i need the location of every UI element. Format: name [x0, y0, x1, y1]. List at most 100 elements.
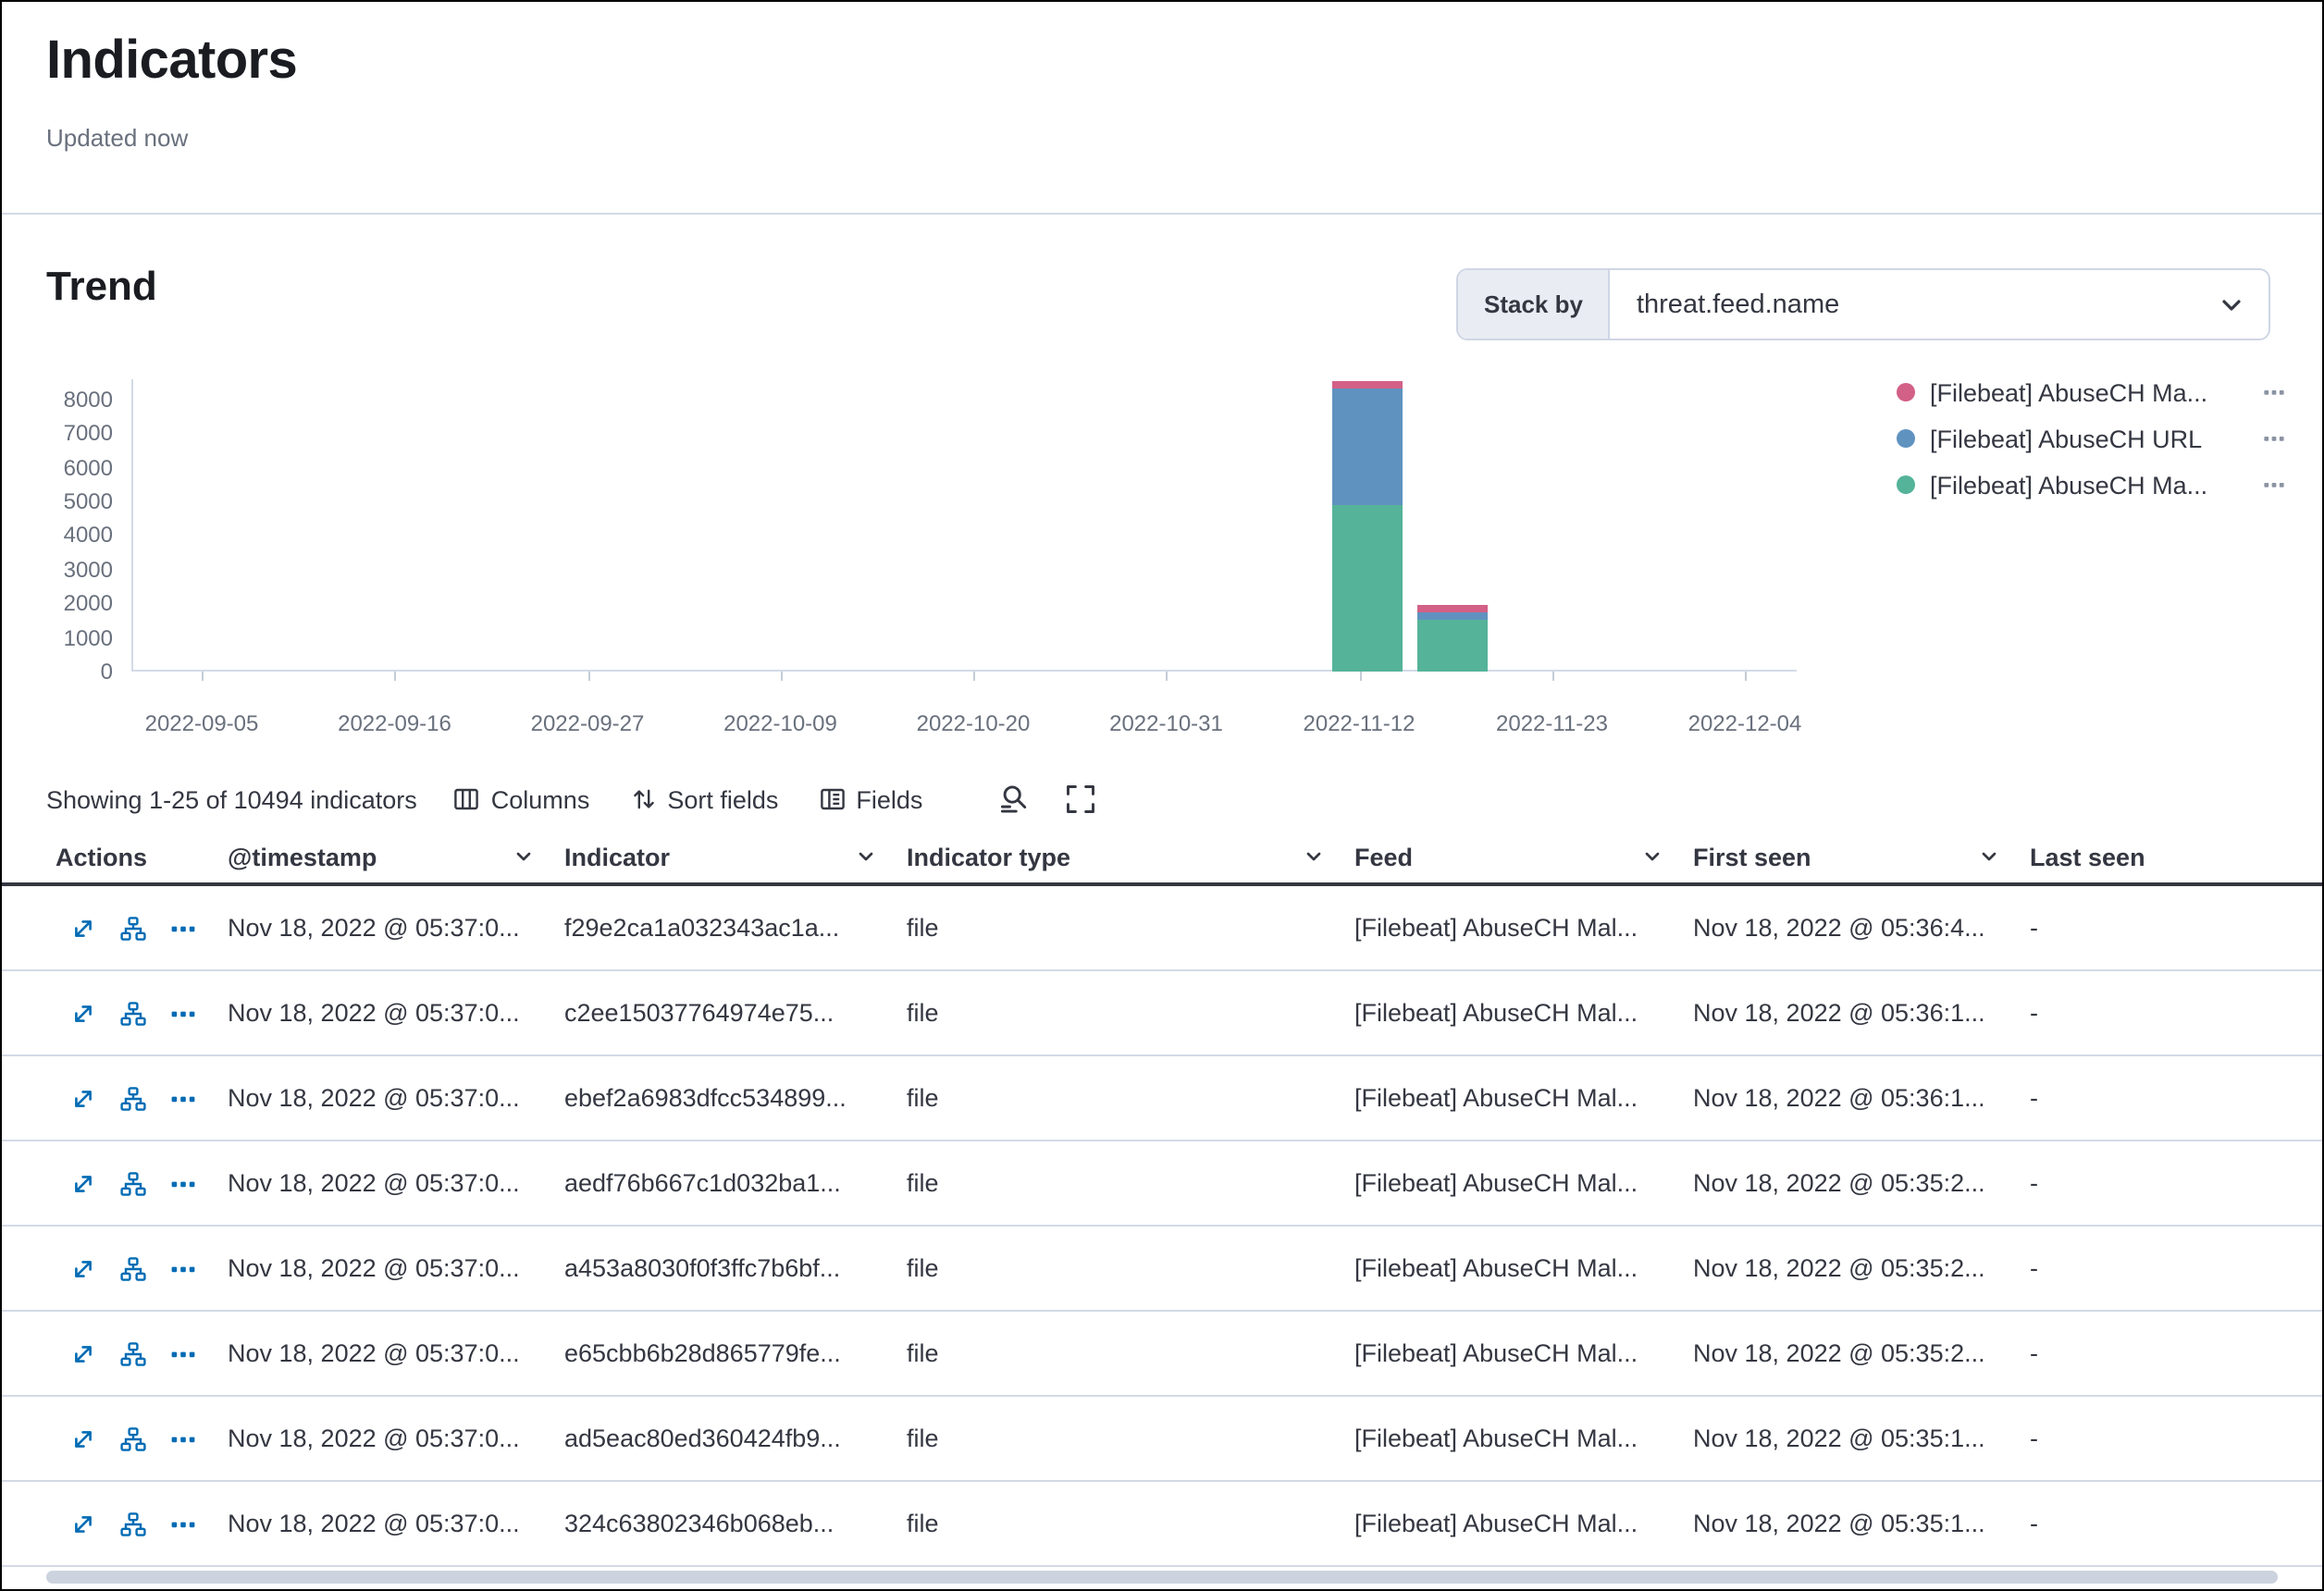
investigate-in-timeline-button[interactable] [120, 1425, 146, 1451]
row-actions [2, 1141, 213, 1225]
open-details-button[interactable] [70, 1085, 96, 1111]
chevron-down-icon[interactable] [855, 845, 877, 868]
first-seen-cell: Nov 18, 2022 @ 05:35:1... [1678, 1397, 2015, 1480]
column-header-indicator-type[interactable]: Indicator type [892, 831, 1340, 882]
investigate-in-timeline-button[interactable] [120, 1511, 146, 1536]
x-axis-label: 2022-10-20 [881, 710, 1066, 736]
row-actions [2, 886, 213, 969]
bar-segment[interactable] [1332, 380, 1403, 388]
open-details-button[interactable] [70, 1000, 96, 1026]
column-header-first-seen[interactable]: First seen [1678, 831, 2015, 882]
more-actions-button[interactable] [170, 1425, 196, 1451]
table-row: Nov 18, 2022 @ 05:37:0...aedf76b667c1d03… [2, 1141, 2322, 1227]
bar-segment[interactable] [1418, 605, 1489, 611]
more-actions-button[interactable] [170, 1000, 196, 1026]
x-axis-label: 2022-09-27 [495, 710, 680, 736]
x-axis-tick [395, 672, 397, 681]
table-row: Nov 18, 2022 @ 05:37:0...e65cbb6b28d8657… [2, 1312, 2322, 1397]
grid-toolbar: Showing 1-25 of 10494 indicators Columns… [46, 777, 2278, 821]
header-divider [2, 213, 2322, 215]
investigate-in-timeline-button[interactable] [120, 1085, 146, 1111]
investigate-in-timeline-button[interactable] [120, 1340, 146, 1366]
open-details-button[interactable] [70, 1255, 96, 1281]
chevron-down-icon[interactable] [1978, 845, 2000, 868]
bar-segment[interactable] [1332, 388, 1403, 504]
indicator-cell: a453a8030f0f3ffc7b6bf... [550, 1227, 892, 1310]
feed-cell: [Filebeat] AbuseCH Mal... [1340, 1312, 1678, 1395]
page-header: Indicators Updated now [2, 2, 2322, 152]
column-header-feed[interactable]: Feed [1340, 831, 1678, 882]
y-axis-label: 8000 [2, 388, 113, 410]
column-header-label: Feed [1354, 843, 1413, 870]
bar-segment[interactable] [1418, 612, 1489, 621]
legend-more-button[interactable] [2263, 427, 2285, 450]
x-axis-label: 2022-10-31 [1074, 710, 1259, 736]
more-actions-icon [170, 1340, 196, 1366]
investigate-in-timeline-button[interactable] [120, 915, 146, 941]
open-details-button[interactable] [70, 915, 96, 941]
more-actions-icon [170, 1511, 196, 1536]
more-actions-button[interactable] [170, 1340, 196, 1366]
chart-legend: [Filebeat] AbuseCH Ma... [Filebeat] Abuse… [1897, 374, 2285, 512]
more-actions-button[interactable] [170, 1511, 196, 1536]
open-details-button[interactable] [70, 1511, 96, 1536]
feed-cell: [Filebeat] AbuseCH Mal... [1340, 1056, 1678, 1140]
table-row: Nov 18, 2022 @ 05:37:0...324c63802346b06… [2, 1482, 2322, 1567]
more-actions-button[interactable] [170, 1170, 196, 1196]
chevron-down-icon[interactable] [1303, 845, 1325, 868]
x-axis-label: 2022-09-05 [109, 710, 294, 736]
legend-item[interactable]: [Filebeat] AbuseCH Ma... [1897, 374, 2285, 411]
timeline-sitemap-icon [120, 1085, 146, 1111]
horizontal-scrollbar[interactable] [46, 1571, 2278, 1584]
table-row: Nov 18, 2022 @ 05:37:0...ad5eac80ed36042… [2, 1397, 2322, 1482]
sort-fields-button[interactable]: Sort fields [630, 785, 778, 813]
x-axis-label: 2022-11-23 [1460, 710, 1645, 736]
columns-button[interactable]: Columns [454, 785, 590, 813]
feed-cell: [Filebeat] AbuseCH Mal... [1340, 971, 1678, 1054]
more-actions-button[interactable] [170, 1255, 196, 1281]
indicator-type-cell: file [892, 971, 1340, 1054]
y-axis-label: 2000 [2, 592, 113, 614]
investigate-in-timeline-button[interactable] [120, 1255, 146, 1281]
open-details-button[interactable] [70, 1340, 96, 1366]
investigate-in-timeline-button[interactable] [120, 1000, 146, 1026]
x-axis-tick [1167, 672, 1168, 681]
more-actions-button[interactable] [170, 1085, 196, 1111]
more-actions-button[interactable] [170, 915, 196, 941]
legend-more-button[interactable] [2263, 381, 2285, 403]
page-title: Indicators [46, 31, 2278, 92]
indicators-table: Actions@timestampIndicatorIndicator type… [2, 831, 2322, 1567]
legend-item[interactable]: [Filebeat] AbuseCH Ma... [1897, 466, 2285, 503]
stack-by-select[interactable]: Stack by threat.feed.name [1456, 268, 2270, 340]
bar-segment[interactable] [1332, 505, 1403, 672]
open-details-button[interactable] [70, 1170, 96, 1196]
column-header-indicator[interactable]: Indicator [550, 831, 892, 882]
open-details-button[interactable] [70, 1425, 96, 1451]
y-axis-label: 7000 [2, 422, 113, 444]
indicator-cell: ebef2a6983dfcc534899... [550, 1056, 892, 1140]
legend-more-button[interactable] [2263, 474, 2285, 496]
timeline-sitemap-icon [120, 1425, 146, 1451]
column-header-label: Indicator [564, 843, 670, 870]
inspect-button[interactable] [996, 783, 1030, 816]
fullscreen-button[interactable] [1063, 783, 1096, 816]
timestamp-cell: Nov 18, 2022 @ 05:37:0... [213, 886, 550, 969]
bar-segment[interactable] [1418, 621, 1489, 672]
timeline-sitemap-icon [120, 1511, 146, 1536]
fields-button[interactable]: Fields [819, 785, 922, 813]
column-header-label: First seen [1693, 843, 1811, 870]
last-seen-cell: - [2015, 1312, 2322, 1395]
x-axis-label: 2022-11-12 [1267, 710, 1452, 736]
chevron-down-icon[interactable] [513, 845, 535, 868]
last-seen-cell: - [2015, 1141, 2322, 1225]
timestamp-cell: Nov 18, 2022 @ 05:37:0... [213, 1141, 550, 1225]
legend-item[interactable]: [Filebeat] AbuseCH URL [1897, 420, 2285, 457]
x-axis-tick [202, 672, 204, 681]
y-axis-label: 1000 [2, 626, 113, 648]
indicators-page: Indicators Updated now Trend Stack by th… [0, 0, 2324, 1591]
chevron-down-icon[interactable] [1641, 845, 1663, 868]
investigate-in-timeline-button[interactable] [120, 1170, 146, 1196]
x-axis-tick [587, 672, 589, 681]
column-header-timestamp[interactable]: @timestamp [213, 831, 550, 882]
expand-icon [70, 1085, 96, 1111]
